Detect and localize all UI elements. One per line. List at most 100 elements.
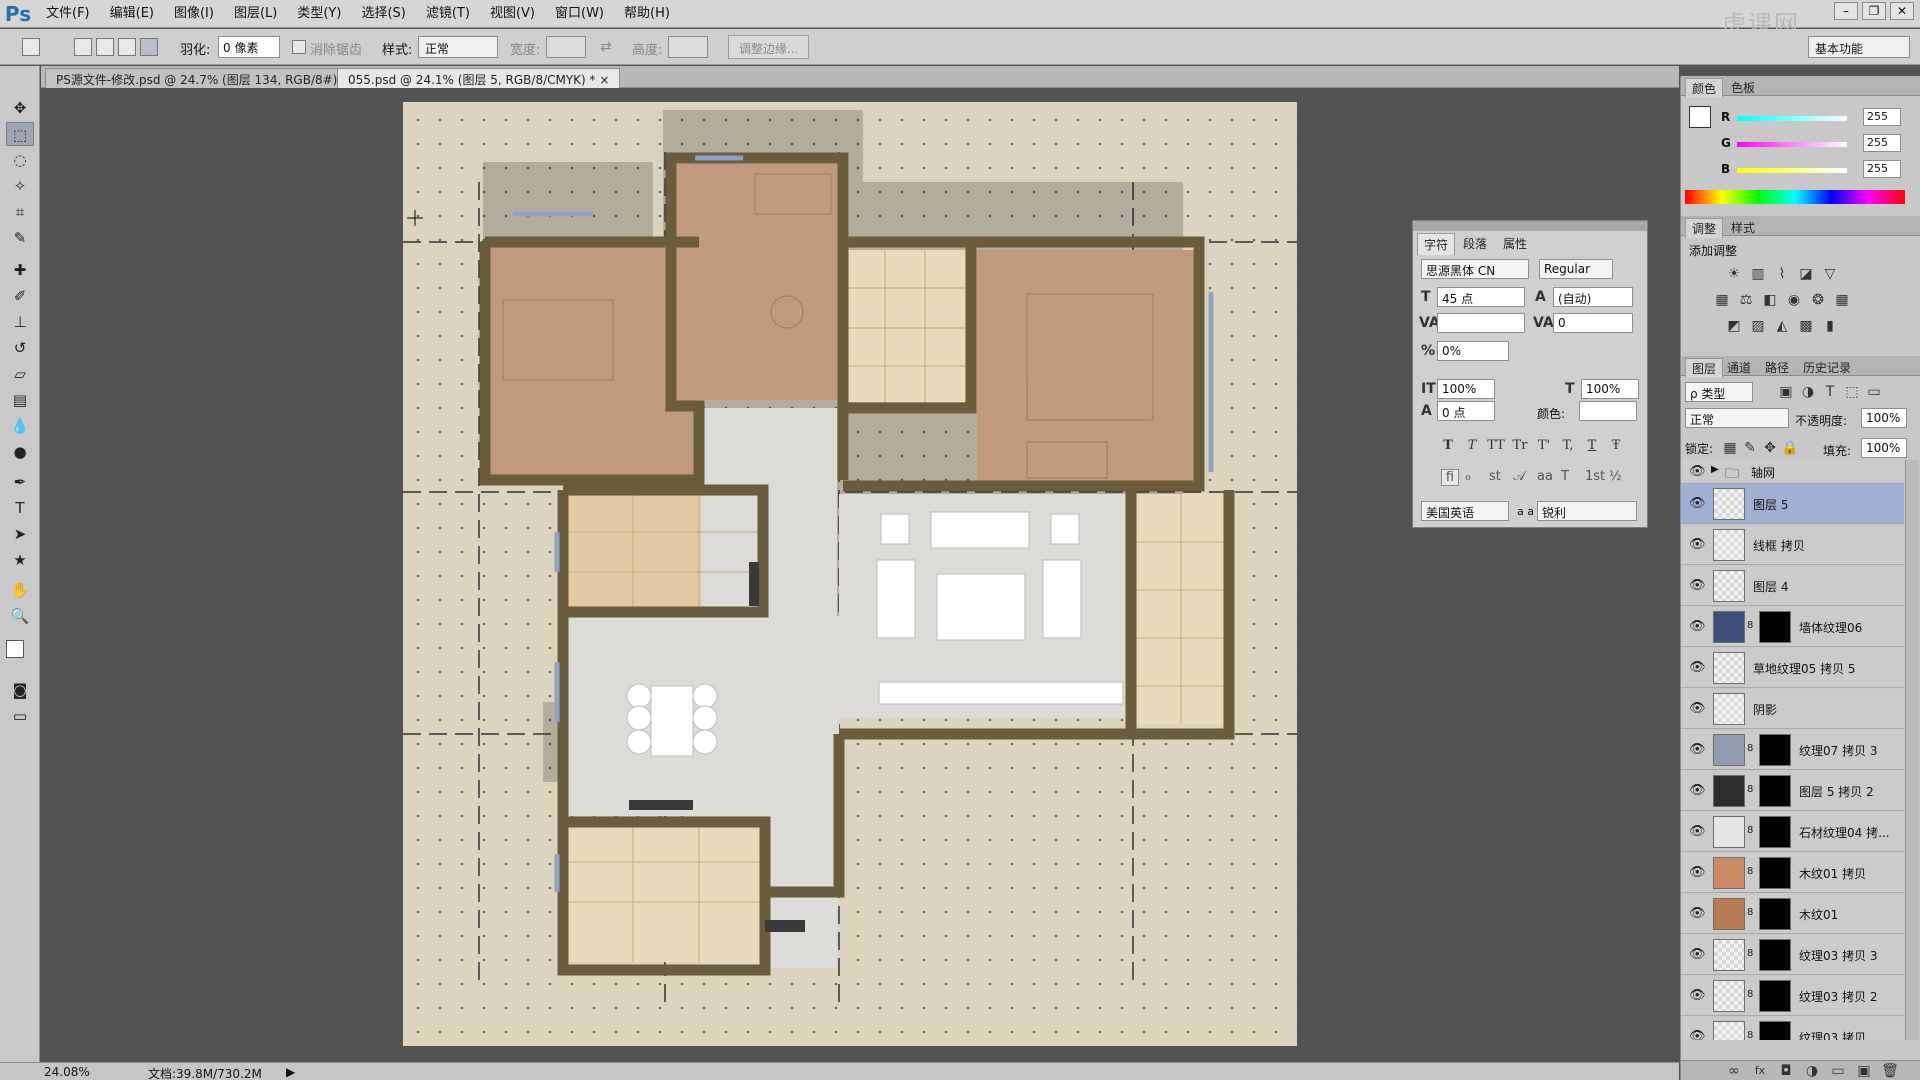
opacity-input[interactable]: 100% bbox=[1861, 408, 1907, 428]
underline-button[interactable]: T bbox=[1581, 435, 1603, 457]
lasso-tool-icon[interactable]: ◌ bbox=[6, 148, 34, 172]
link-icon[interactable]: 8 bbox=[1747, 620, 1753, 631]
old-style-button[interactable]: ℴ bbox=[1465, 469, 1471, 484]
baseline-shift-input[interactable]: 0 点 bbox=[1437, 401, 1495, 421]
all-caps-button[interactable]: TT bbox=[1485, 435, 1507, 457]
filter-pixel-icon[interactable]: ▣ bbox=[1777, 384, 1795, 400]
height-input[interactable] bbox=[668, 36, 708, 58]
menu-image[interactable]: 图像(I) bbox=[164, 0, 224, 28]
black-white-icon[interactable]: ◧ bbox=[1761, 292, 1779, 308]
swash-button[interactable]: st bbox=[1489, 469, 1501, 484]
close-button[interactable]: ✕ bbox=[1890, 2, 1914, 20]
link-icon[interactable]: 8 bbox=[1747, 989, 1753, 1000]
eye-icon[interactable]: 👁 bbox=[1689, 496, 1706, 511]
green-slider[interactable]: G 255 bbox=[1721, 134, 1917, 154]
red-track[interactable] bbox=[1737, 116, 1847, 121]
layer-filter-select[interactable]: ρ 类型 bbox=[1685, 382, 1753, 402]
tab-history[interactable]: 历史记录 bbox=[1797, 358, 1857, 377]
layer-style-icon[interactable]: fx bbox=[1751, 1063, 1769, 1079]
fractions-button[interactable]: ½ bbox=[1609, 469, 1622, 484]
history-brush-tool-icon[interactable]: ↺ bbox=[6, 336, 34, 360]
eye-icon[interactable]: 👁 bbox=[1689, 824, 1706, 839]
delete-layer-icon[interactable]: 🗑 bbox=[1881, 1063, 1899, 1079]
gradient-map-icon[interactable]: ▮ bbox=[1821, 318, 1839, 334]
posterize-icon[interactable]: ▨ bbox=[1749, 318, 1767, 334]
threshold-icon[interactable]: ◭ bbox=[1773, 318, 1791, 334]
levels-icon[interactable]: ▥ bbox=[1749, 266, 1767, 282]
layer-row[interactable]: 👁 阴影 bbox=[1681, 689, 1904, 729]
strikethrough-button[interactable]: Ŧ bbox=[1605, 435, 1627, 457]
filter-shape-icon[interactable]: ⬚ bbox=[1843, 384, 1861, 400]
tab-styles[interactable]: 样式 bbox=[1725, 218, 1761, 237]
workspace-select[interactable]: 基本功能 bbox=[1808, 36, 1910, 58]
eye-icon[interactable]: 👁 bbox=[1689, 537, 1706, 552]
layer-row[interactable]: 👁 草地纹理05 拷贝 5 bbox=[1681, 648, 1904, 688]
minimize-button[interactable]: – bbox=[1834, 2, 1858, 20]
clone-stamp-tool-icon[interactable]: ⊥ bbox=[6, 310, 34, 334]
layer-row[interactable]: 👁 线框 拷贝 bbox=[1681, 525, 1904, 565]
exposure-icon[interactable]: ◪ bbox=[1797, 266, 1815, 282]
tab-paths[interactable]: 路径 bbox=[1759, 358, 1795, 377]
tab-character[interactable]: 字符 bbox=[1417, 233, 1456, 255]
red-slider[interactable]: R 255 bbox=[1721, 108, 1917, 128]
layer-row[interactable]: 👁 8 墙体纹理06 bbox=[1681, 607, 1904, 647]
small-caps-button[interactable]: Tr bbox=[1509, 435, 1531, 457]
superscript-button[interactable]: T' bbox=[1533, 435, 1555, 457]
restore-button[interactable]: ❐ bbox=[1862, 2, 1886, 20]
tsume-input[interactable]: 0% bbox=[1437, 341, 1509, 361]
eye-icon[interactable]: 👁 bbox=[1689, 783, 1706, 798]
brightness-icon[interactable]: ☀ bbox=[1725, 266, 1743, 282]
link-icon[interactable]: 8 bbox=[1747, 948, 1753, 959]
panel-drag-bar[interactable] bbox=[1413, 221, 1647, 231]
pen-tool-icon[interactable]: ✒ bbox=[6, 470, 34, 494]
filter-adjustment-icon[interactable]: ◑ bbox=[1799, 384, 1817, 400]
menu-filter[interactable]: 滤镜(T) bbox=[416, 0, 480, 28]
blend-mode-select[interactable]: 正常 bbox=[1685, 408, 1789, 428]
layer-row[interactable]: 👁 8 纹理03 拷贝 3 bbox=[1681, 935, 1904, 975]
eraser-tool-icon[interactable]: ▱ bbox=[6, 362, 34, 386]
tab-document-1[interactable]: PS源文件-修改.psd @ 24.7% (图层 134, RGB/8#) × bbox=[45, 68, 363, 88]
tab-properties[interactable]: 属性 bbox=[1497, 233, 1533, 254]
filter-smart-icon[interactable]: ▭ bbox=[1865, 384, 1883, 400]
shape-tool-icon[interactable]: ★ bbox=[6, 548, 34, 572]
green-track[interactable] bbox=[1737, 142, 1847, 147]
menu-file[interactable]: 文件(F) bbox=[36, 0, 100, 28]
layer-row[interactable]: 👁 8 石材纹理04 拷... bbox=[1681, 812, 1904, 852]
link-icon[interactable]: 8 bbox=[1747, 825, 1753, 836]
type-tool-icon[interactable]: T bbox=[6, 496, 34, 520]
tab-color[interactable]: 颜色 bbox=[1685, 78, 1724, 98]
invert-icon[interactable]: ◩ bbox=[1725, 318, 1743, 334]
color-balance-icon[interactable]: ⚖ bbox=[1737, 292, 1755, 308]
link-icon[interactable]: 8 bbox=[1747, 784, 1753, 795]
text-color-swatch[interactable] bbox=[1579, 401, 1637, 421]
antialias-select[interactable]: 锐利 bbox=[1537, 501, 1637, 521]
fill-input[interactable]: 100% bbox=[1861, 438, 1907, 458]
ordinals-button[interactable]: 1st bbox=[1585, 469, 1605, 484]
move-tool-icon[interactable]: ✥ bbox=[6, 96, 34, 120]
feather-input[interactable]: 0 像素 bbox=[218, 36, 280, 58]
link-icon[interactable]: 8 bbox=[1747, 743, 1753, 754]
eye-icon[interactable]: 👁 bbox=[1689, 865, 1706, 880]
tab-channels[interactable]: 通道 bbox=[1721, 358, 1757, 377]
eye-icon[interactable]: 👁 bbox=[1689, 1029, 1706, 1040]
eye-icon[interactable]: 👁 bbox=[1689, 701, 1706, 716]
green-value[interactable]: 255 bbox=[1863, 134, 1901, 152]
blue-slider[interactable]: B 255 bbox=[1721, 160, 1917, 180]
link-layers-icon[interactable]: ∞ bbox=[1725, 1063, 1743, 1079]
ligature-button[interactable]: fi bbox=[1441, 469, 1459, 486]
curves-icon[interactable]: ⌇ bbox=[1773, 266, 1791, 282]
faux-italic-button[interactable]: T bbox=[1461, 435, 1483, 457]
menu-type[interactable]: 类型(Y) bbox=[287, 0, 351, 28]
layer-row[interactable]: 👁 图层 5 bbox=[1681, 484, 1904, 524]
eye-icon[interactable]: 👁 bbox=[1689, 619, 1706, 634]
brush-tool-icon[interactable]: ✐ bbox=[6, 284, 34, 308]
new-adjustment-icon[interactable]: ◑ bbox=[1803, 1063, 1821, 1079]
quick-select-tool-icon[interactable]: ✧ bbox=[6, 174, 34, 198]
width-input[interactable] bbox=[546, 36, 586, 58]
stylistic-alt-button[interactable]: 𝒜 bbox=[1513, 469, 1525, 484]
blue-value[interactable]: 255 bbox=[1863, 160, 1901, 178]
new-group-icon[interactable]: ▭ bbox=[1829, 1063, 1847, 1079]
antialias-checkbox[interactable] bbox=[292, 40, 306, 54]
photo-filter-icon[interactable]: ◉ bbox=[1785, 292, 1803, 308]
zoom-level[interactable]: 24.08% bbox=[44, 1065, 90, 1079]
